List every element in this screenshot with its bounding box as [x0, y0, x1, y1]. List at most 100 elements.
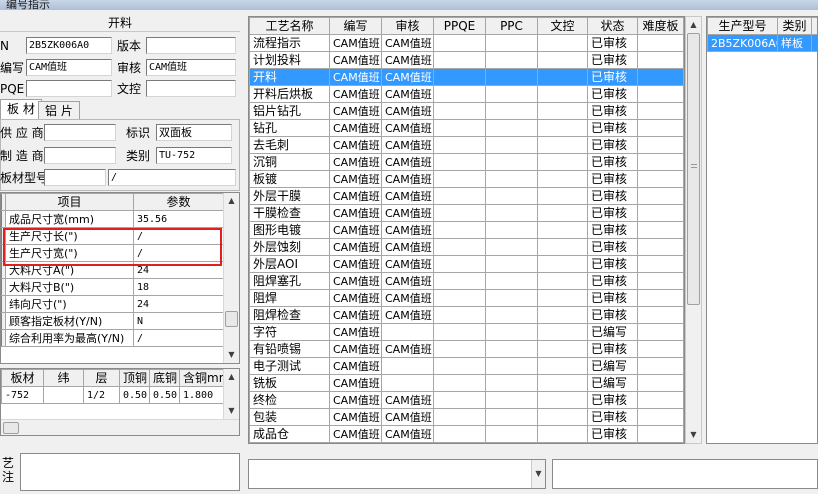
- process-cell[interactable]: [485, 221, 538, 239]
- process-header-cell[interactable]: 状态: [587, 17, 638, 35]
- mark-field[interactable]: 双面板: [156, 124, 232, 141]
- process-cell[interactable]: [433, 34, 486, 52]
- doc-control-field[interactable]: [146, 80, 236, 97]
- process-cell[interactable]: CAM值班: [329, 51, 382, 69]
- scroll-up-icon[interactable]: ▲: [224, 369, 239, 385]
- material-header-cell[interactable]: 板材: [1, 369, 44, 387]
- model-list-grid[interactable]: 生产型号类别S 2B5ZK006A0样板: [706, 16, 818, 444]
- process-cell[interactable]: [485, 153, 538, 171]
- process-cell[interactable]: 已审核: [587, 102, 638, 120]
- process-cell[interactable]: [433, 391, 486, 409]
- process-cell[interactable]: 干膜检查: [249, 204, 330, 222]
- material-cell[interactable]: 0.50: [119, 386, 150, 404]
- process-cell[interactable]: [485, 119, 538, 137]
- process-cell[interactable]: [485, 408, 538, 426]
- process-cell[interactable]: CAM值班: [381, 51, 434, 69]
- table-row[interactable]: 沉铜 CAM值班 CAM值班 已审核: [249, 153, 684, 171]
- process-cell[interactable]: 已审核: [587, 340, 638, 358]
- process-cell[interactable]: [381, 357, 434, 375]
- scroll-down-icon[interactable]: ▼: [686, 427, 701, 443]
- chevron-down-icon[interactable]: ▼: [531, 460, 545, 488]
- process-cell[interactable]: 已审核: [587, 204, 638, 222]
- process-cell[interactable]: 计划投料: [249, 51, 330, 69]
- process-cell[interactable]: CAM值班: [329, 187, 382, 205]
- process-cell[interactable]: [485, 34, 538, 52]
- process-cell[interactable]: 已编写: [587, 323, 638, 341]
- writer-field[interactable]: CAM值班: [26, 59, 112, 76]
- process-cell[interactable]: [485, 238, 538, 256]
- process-cell[interactable]: 已审核: [587, 221, 638, 239]
- table-row[interactable]: 顾客指定板材(Y/N) N: [1, 312, 224, 330]
- process-cell[interactable]: [637, 187, 684, 205]
- process-cell[interactable]: [537, 374, 588, 392]
- process-cell[interactable]: [537, 255, 588, 273]
- process-cell[interactable]: 外层干膜: [249, 187, 330, 205]
- process-cell[interactable]: CAM值班: [329, 85, 382, 103]
- process-cell[interactable]: [637, 289, 684, 307]
- process-cell[interactable]: 已审核: [587, 187, 638, 205]
- process-cell[interactable]: [637, 255, 684, 273]
- process-cell[interactable]: 阻焊: [249, 289, 330, 307]
- process-cell[interactable]: [485, 272, 538, 290]
- process-cell[interactable]: CAM值班: [329, 272, 382, 290]
- process-cell[interactable]: [537, 119, 588, 137]
- process-cell[interactable]: 已审核: [587, 51, 638, 69]
- process-cell[interactable]: 已审核: [587, 272, 638, 290]
- process-cell[interactable]: 铝片钻孔: [249, 102, 330, 120]
- process-cell[interactable]: [433, 119, 486, 137]
- process-cell[interactable]: [537, 323, 588, 341]
- process-cell[interactable]: [537, 170, 588, 188]
- param-value-cell[interactable]: N: [133, 312, 224, 330]
- process-cell[interactable]: 已审核: [587, 68, 638, 86]
- process-params-grid[interactable]: 项目 参数 成品尺寸宽(mm) 35.56 生产尺寸长(") / 生产尺寸宽(") / 大料…: [0, 192, 240, 364]
- process-cell[interactable]: CAM值班: [381, 153, 434, 171]
- process-cell[interactable]: CAM值班: [329, 170, 382, 188]
- process-cell[interactable]: [537, 187, 588, 205]
- note-combo[interactable]: ▼: [248, 459, 546, 489]
- process-cell[interactable]: [637, 68, 684, 86]
- process-cell[interactable]: 已审核: [587, 85, 638, 103]
- process-cell[interactable]: CAM值班: [329, 425, 382, 443]
- process-cell[interactable]: [485, 340, 538, 358]
- table-row[interactable]: 大料尺寸B(") 18: [1, 278, 224, 296]
- table-row[interactable]: 电子测试 CAM值班 已编写: [249, 357, 684, 375]
- process-cell[interactable]: CAM值班: [381, 221, 434, 239]
- process-cell[interactable]: [637, 408, 684, 426]
- process-cell[interactable]: [433, 187, 486, 205]
- tab-aluminum-sheet[interactable]: 铝 片: [38, 101, 80, 120]
- material-header-cell[interactable]: 纬: [43, 369, 84, 387]
- process-cell[interactable]: CAM值班: [329, 34, 382, 52]
- process-cell[interactable]: [485, 306, 538, 324]
- board-model-field-2[interactable]: /: [108, 169, 236, 186]
- process-cell[interactable]: [537, 221, 588, 239]
- process-cell[interactable]: 已审核: [587, 153, 638, 171]
- process-cell[interactable]: [637, 374, 684, 392]
- process-cell[interactable]: CAM值班: [381, 425, 434, 443]
- process-cell[interactable]: [537, 425, 588, 443]
- process-cell[interactable]: [637, 102, 684, 120]
- process-cell[interactable]: [485, 374, 538, 392]
- process-cell[interactable]: 板镀: [249, 170, 330, 188]
- process-cell[interactable]: [433, 408, 486, 426]
- table-row[interactable]: -752 1/2 0.50 0.50 1.800: [1, 386, 224, 404]
- process-cell[interactable]: [537, 34, 588, 52]
- table-row[interactable]: 板镀 CAM值班 CAM值班 已审核: [249, 170, 684, 188]
- process-cell[interactable]: [637, 153, 684, 171]
- process-cell[interactable]: [537, 68, 588, 86]
- process-cell[interactable]: [485, 391, 538, 409]
- process-cell[interactable]: [637, 272, 684, 290]
- param-value-cell[interactable]: 35.56: [133, 210, 224, 228]
- process-cell[interactable]: 外层AOI: [249, 255, 330, 273]
- process-cell[interactable]: CAM值班: [381, 136, 434, 154]
- table-row[interactable]: 阻焊 CAM值班 CAM值班 已审核: [249, 289, 684, 307]
- process-cell[interactable]: CAM值班: [381, 119, 434, 137]
- tab-board-material[interactable]: 板 材: [0, 99, 42, 120]
- process-cell[interactable]: 外层蚀刻: [249, 238, 330, 256]
- params-header-item[interactable]: 项目: [5, 193, 134, 211]
- process-cell[interactable]: CAM值班: [329, 102, 382, 120]
- process-cell[interactable]: 字符: [249, 323, 330, 341]
- material-header-cell[interactable]: 底铜: [149, 369, 180, 387]
- process-cell[interactable]: CAM值班: [381, 238, 434, 256]
- process-cell[interactable]: 已审核: [587, 136, 638, 154]
- process-cell[interactable]: CAM值班: [381, 340, 434, 358]
